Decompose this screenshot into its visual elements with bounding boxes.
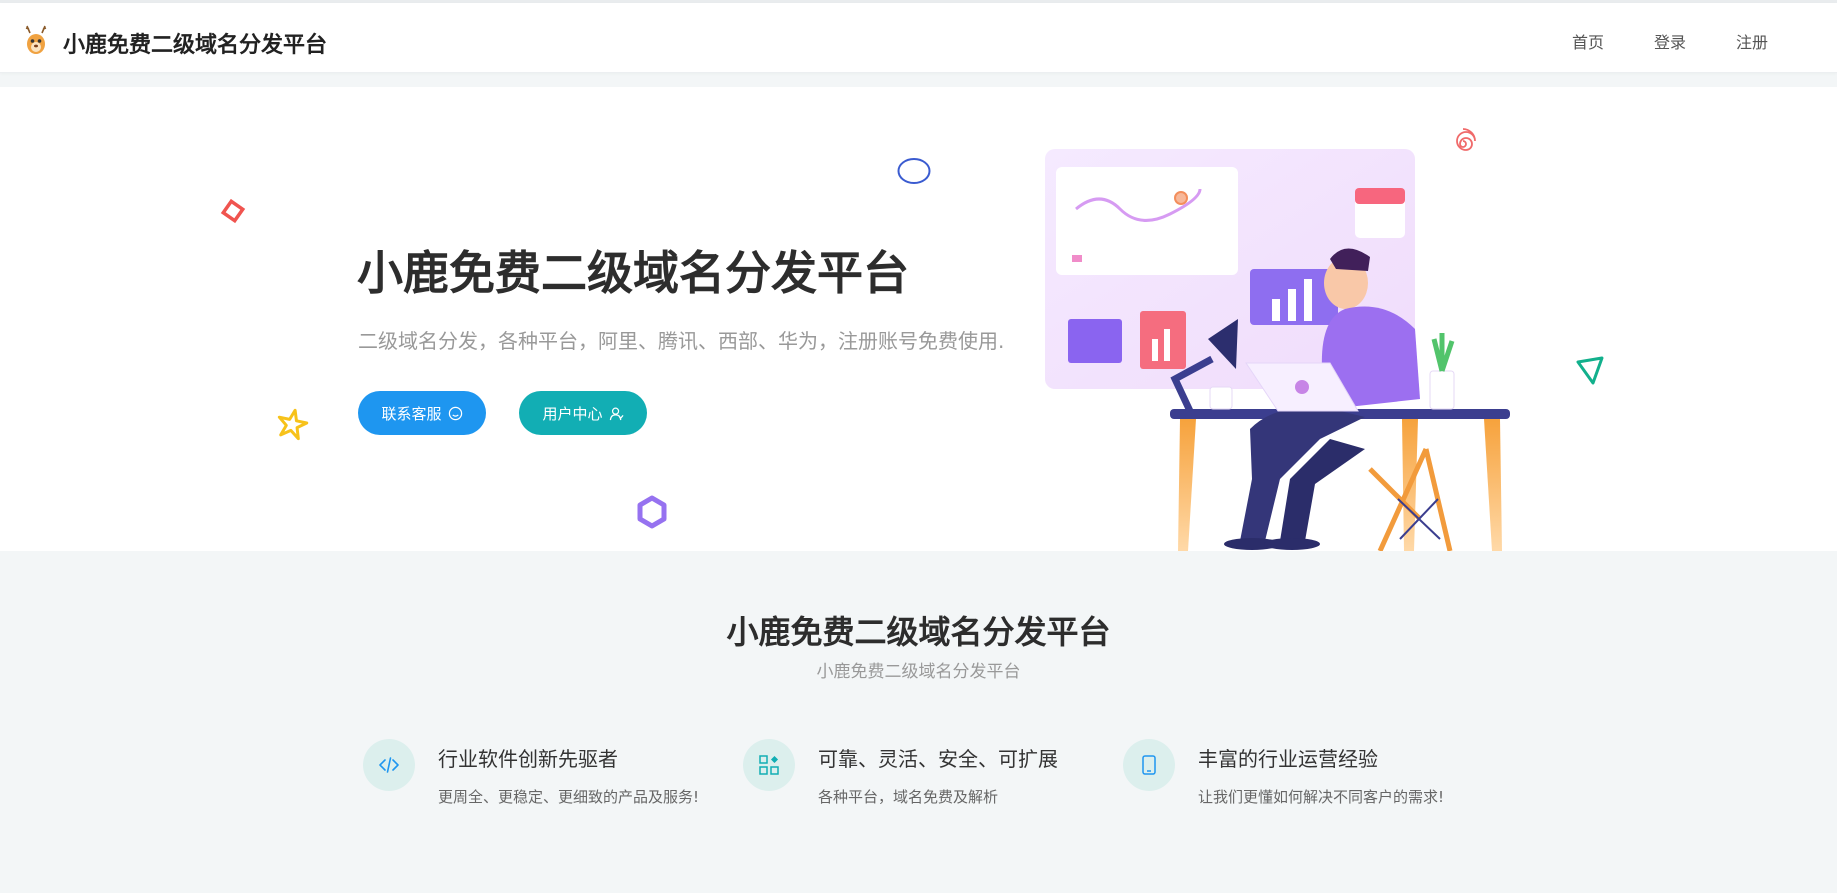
feature-title: 行业软件创新先驱者 [438,747,618,771]
feature-card-experience: 丰富的行业运营经验 让我们更懂如何解决不同客户的需求! [1123,739,1483,849]
ellipse-deco-icon [897,158,931,184]
star-deco-icon [277,408,309,441]
hero-illustration [1045,149,1510,551]
deer-logo-icon[interactable] [24,24,48,56]
brand-title[interactable]: 小鹿免费二级域名分发平台 [63,27,327,59]
feature-card-innovation: 行业软件创新先驱者 更周全、更稳定、更细致的产品及服务! [363,739,723,849]
user-icon [609,407,624,420]
nav-login[interactable]: 登录 [1654,29,1686,53]
nav-home[interactable]: 首页 [1572,29,1604,53]
code-icon [363,739,415,791]
header: 小鹿免费二级域名分发平台 首页 登录 注册 [0,3,1837,73]
feature-desc: 让我们更懂如何解决不同客户的需求! [1198,788,1445,806]
hexagon-deco-icon [637,495,667,529]
feature-desc: 各种平台，域名免费及解析 [818,788,999,806]
grid-icon [743,739,795,791]
feature-card-reliable: 可靠、灵活、安全、可扩展 各种平台，域名免费及解析 [743,739,1103,849]
triangle-deco-icon [1576,356,1604,385]
user-center-label: 用户中心 [542,404,603,423]
diamond-deco-icon [220,198,246,224]
section-title: 小鹿免费二级域名分发平台 [726,613,1111,651]
contact-service-button[interactable]: 联系客服 [358,391,486,435]
user-center-button[interactable]: 用户中心 [519,391,647,435]
section-subtitle: 小鹿免费二级域名分发平台 [816,662,1021,682]
feature-title: 可靠、灵活、安全、可扩展 [818,747,1058,771]
contact-service-label: 联系客服 [381,404,442,423]
feature-desc: 更周全、更稳定、更细致的产品及服务! [438,788,700,806]
smile-icon [448,406,462,420]
feature-title: 丰富的行业运营经验 [1198,747,1378,771]
tablet-icon [1123,739,1175,791]
hero-section: 小鹿免费二级域名分发平台 二级域名分发，各种平台，阿里、腾讯、西部、华为，注册账… [0,87,1837,551]
nav-register[interactable]: 注册 [1736,29,1768,53]
hero-subtitle: 二级域名分发，各种平台，阿里、腾讯、西部、华为，注册账号免费使用. [358,329,1005,353]
hero-title: 小鹿免费二级域名分发平台 [357,246,909,300]
